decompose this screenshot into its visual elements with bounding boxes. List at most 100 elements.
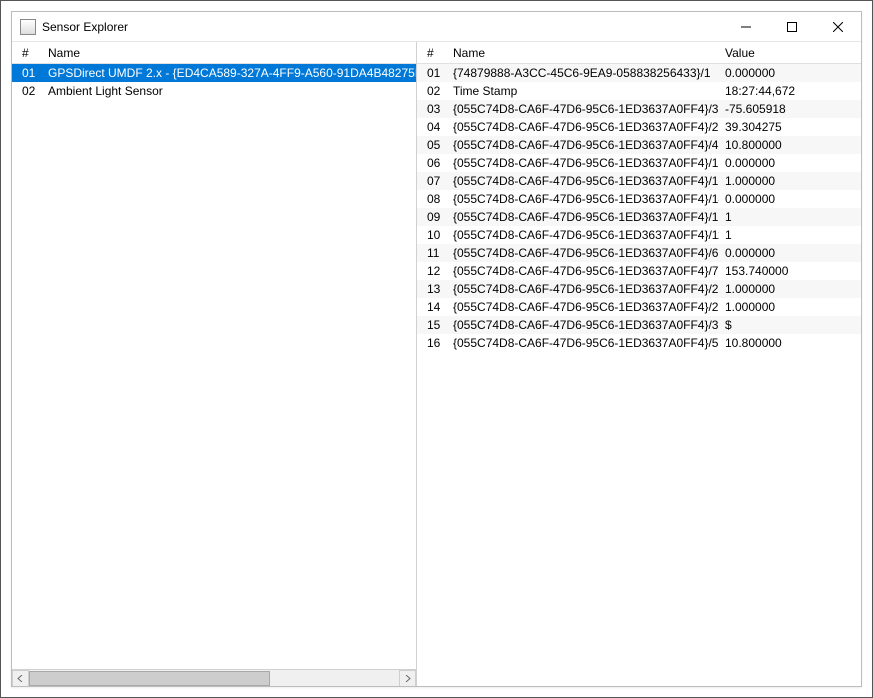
property-value: 1 [719, 228, 861, 242]
row-number: 11 [421, 246, 447, 260]
property-list-pane: # Name Value 01{74879888-A3CC-45C6-9EA9-… [417, 42, 861, 686]
property-value: 1.000000 [719, 282, 861, 296]
property-name: {055C74D8-CA6F-47D6-95C6-1ED3637A0FF4}/1… [447, 174, 719, 188]
sensor-list-body[interactable]: 01GPSDirect UMDF 2.x - {ED4CA589-327A-4F… [12, 64, 416, 669]
property-list-body[interactable]: 01{74879888-A3CC-45C6-9EA9-058838256433}… [417, 64, 861, 686]
sensor-list-row[interactable]: 02Ambient Light Sensor [12, 82, 416, 100]
maximize-button[interactable] [769, 12, 815, 42]
row-number: 12 [421, 264, 447, 278]
screenshot-frame: Sensor Explorer # Name 01GPSDire [0, 0, 873, 698]
property-list-row[interactable]: 09{055C74D8-CA6F-47D6-95C6-1ED3637A0FF4}… [417, 208, 861, 226]
row-number: 16 [421, 336, 447, 350]
property-name: {055C74D8-CA6F-47D6-95C6-1ED3637A0FF4}/1… [447, 156, 719, 170]
property-list-row[interactable]: 15{055C74D8-CA6F-47D6-95C6-1ED3637A0FF4}… [417, 316, 861, 334]
property-list-row[interactable]: 16{055C74D8-CA6F-47D6-95C6-1ED3637A0FF4}… [417, 334, 861, 352]
row-number: 15 [421, 318, 447, 332]
col-header-name[interactable]: Name [447, 46, 719, 60]
minimize-button[interactable] [723, 12, 769, 42]
row-number: 08 [421, 192, 447, 206]
row-number: 06 [421, 156, 447, 170]
row-number: 02 [16, 84, 42, 98]
minimize-icon [741, 22, 751, 32]
property-value: -75.605918 [719, 102, 861, 116]
property-value: 1.000000 [719, 300, 861, 314]
property-name: {055C74D8-CA6F-47D6-95C6-1ED3637A0FF4}/1… [447, 228, 719, 242]
content-area: # Name 01GPSDirect UMDF 2.x - {ED4CA589-… [12, 42, 861, 686]
property-name: {74879888-A3CC-45C6-9EA9-058838256433}/1 [447, 66, 719, 80]
property-name: {055C74D8-CA6F-47D6-95C6-1ED3637A0FF4}/4 [447, 138, 719, 152]
row-number: 04 [421, 120, 447, 134]
property-list-row[interactable]: 07{055C74D8-CA6F-47D6-95C6-1ED3637A0FF4}… [417, 172, 861, 190]
property-value: 0.000000 [719, 66, 861, 80]
property-name: {055C74D8-CA6F-47D6-95C6-1ED3637A0FF4}/2 [447, 120, 719, 134]
row-number: 09 [421, 210, 447, 224]
close-icon [833, 22, 843, 32]
row-number: 01 [421, 66, 447, 80]
scroll-track[interactable] [29, 670, 399, 687]
property-value: 18:27:44,672 [719, 84, 861, 98]
app-icon [20, 19, 36, 35]
sensor-list-pane: # Name 01GPSDirect UMDF 2.x - {ED4CA589-… [12, 42, 417, 686]
sensor-name: GPSDirect UMDF 2.x - {ED4CA589-327A-4FF9… [42, 66, 416, 80]
sensor-name: Ambient Light Sensor [42, 84, 416, 98]
sensor-list-hscrollbar[interactable] [12, 669, 416, 686]
property-list-row[interactable]: 14{055C74D8-CA6F-47D6-95C6-1ED3637A0FF4}… [417, 298, 861, 316]
property-list-header[interactable]: # Name Value [417, 42, 861, 64]
property-name: {055C74D8-CA6F-47D6-95C6-1ED3637A0FF4}/3 [447, 102, 719, 116]
property-value: $ [719, 318, 861, 332]
property-list-row[interactable]: 08{055C74D8-CA6F-47D6-95C6-1ED3637A0FF4}… [417, 190, 861, 208]
col-header-value[interactable]: Value [719, 46, 861, 60]
property-value: 10.800000 [719, 336, 861, 350]
col-header-name[interactable]: Name [42, 46, 416, 60]
scroll-thumb[interactable] [29, 671, 270, 686]
property-value: 1.000000 [719, 174, 861, 188]
property-list-row[interactable]: 04{055C74D8-CA6F-47D6-95C6-1ED3637A0FF4}… [417, 118, 861, 136]
row-number: 07 [421, 174, 447, 188]
row-number: 03 [421, 102, 447, 116]
row-number: 13 [421, 282, 447, 296]
row-number: 14 [421, 300, 447, 314]
property-list-row[interactable]: 05{055C74D8-CA6F-47D6-95C6-1ED3637A0FF4}… [417, 136, 861, 154]
property-name: {055C74D8-CA6F-47D6-95C6-1ED3637A0FF4}/2… [447, 282, 719, 296]
row-number: 02 [421, 84, 447, 98]
property-name: {055C74D8-CA6F-47D6-95C6-1ED3637A0FF4}/2… [447, 300, 719, 314]
property-name: {055C74D8-CA6F-47D6-95C6-1ED3637A0FF4}/1… [447, 210, 719, 224]
property-list-row[interactable]: 06{055C74D8-CA6F-47D6-95C6-1ED3637A0FF4}… [417, 154, 861, 172]
chevron-left-icon [17, 675, 24, 682]
property-name: {055C74D8-CA6F-47D6-95C6-1ED3637A0FF4}/3… [447, 318, 719, 332]
property-name: {055C74D8-CA6F-47D6-95C6-1ED3637A0FF4}/5 [447, 336, 719, 350]
sensor-list-row[interactable]: 01GPSDirect UMDF 2.x - {ED4CA589-327A-4F… [12, 64, 416, 82]
property-name: {055C74D8-CA6F-47D6-95C6-1ED3637A0FF4}/6 [447, 246, 719, 260]
property-list-row[interactable]: 13{055C74D8-CA6F-47D6-95C6-1ED3637A0FF4}… [417, 280, 861, 298]
property-value: 1 [719, 210, 861, 224]
property-list-row[interactable]: 01{74879888-A3CC-45C6-9EA9-058838256433}… [417, 64, 861, 82]
property-name: {055C74D8-CA6F-47D6-95C6-1ED3637A0FF4}/1… [447, 192, 719, 206]
property-value: 0.000000 [719, 246, 861, 260]
property-list-row[interactable]: 12{055C74D8-CA6F-47D6-95C6-1ED3637A0FF4}… [417, 262, 861, 280]
row-number: 05 [421, 138, 447, 152]
property-list-row[interactable]: 02Time Stamp18:27:44,672 [417, 82, 861, 100]
close-button[interactable] [815, 12, 861, 42]
window-title: Sensor Explorer [42, 20, 128, 34]
property-value: 153.740000 [719, 264, 861, 278]
titlebar[interactable]: Sensor Explorer [12, 12, 861, 42]
property-name: {055C74D8-CA6F-47D6-95C6-1ED3637A0FF4}/7 [447, 264, 719, 278]
property-list-row[interactable]: 03{055C74D8-CA6F-47D6-95C6-1ED3637A0FF4}… [417, 100, 861, 118]
property-list-row[interactable]: 10{055C74D8-CA6F-47D6-95C6-1ED3637A0FF4}… [417, 226, 861, 244]
row-number: 01 [16, 66, 42, 80]
row-stripes [12, 64, 416, 669]
property-name: Time Stamp [447, 84, 719, 98]
scroll-right-button[interactable] [399, 670, 416, 687]
app-window: Sensor Explorer # Name 01GPSDire [11, 11, 862, 687]
col-header-number[interactable]: # [421, 46, 447, 60]
property-value: 0.000000 [719, 192, 861, 206]
col-header-number[interactable]: # [16, 46, 42, 60]
maximize-icon [787, 22, 797, 32]
property-value: 39.304275 [719, 120, 861, 134]
sensor-list-header[interactable]: # Name [12, 42, 416, 64]
chevron-right-icon [404, 675, 411, 682]
scroll-left-button[interactable] [12, 670, 29, 687]
property-value: 0.000000 [719, 156, 861, 170]
property-value: 10.800000 [719, 138, 861, 152]
property-list-row[interactable]: 11{055C74D8-CA6F-47D6-95C6-1ED3637A0FF4}… [417, 244, 861, 262]
